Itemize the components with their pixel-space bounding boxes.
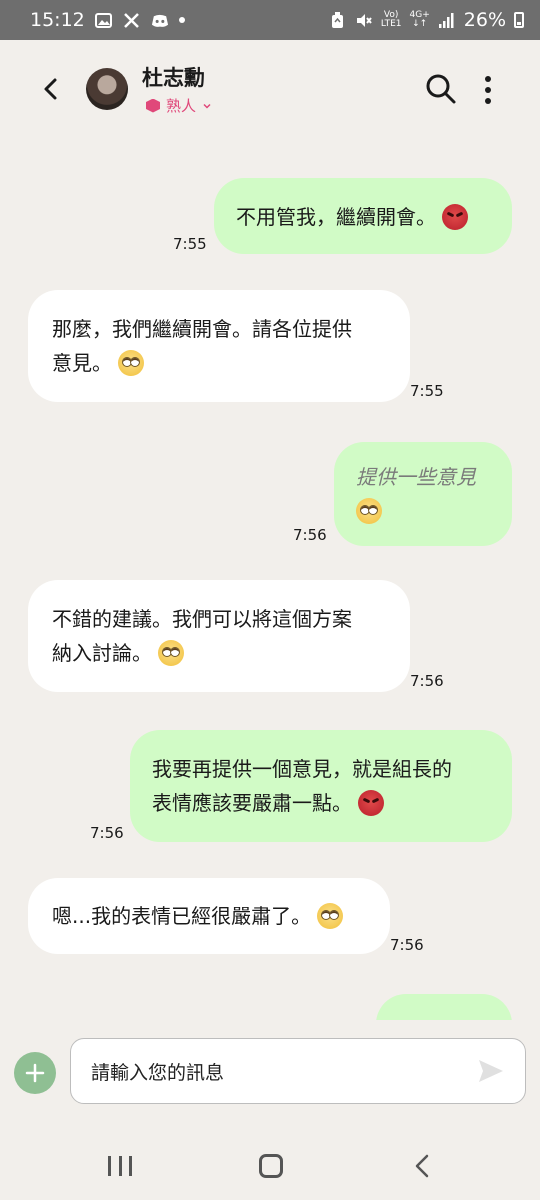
mute-icon [355, 11, 373, 29]
system-nav-bar [0, 1130, 540, 1200]
contact-name[interactable]: 杜志勳 [142, 62, 205, 92]
eye-roll-face-icon [356, 498, 382, 524]
message-bubble-received[interactable]: 嗯...我的表情已經很嚴肅了。 [28, 878, 390, 954]
chat-header: 杜志勳 熟人 [0, 40, 540, 140]
back-arrow-icon[interactable] [36, 74, 66, 104]
message-text-line: 不錯的建議。我們可以將這個方案 [52, 607, 352, 631]
home-icon[interactable] [259, 1154, 283, 1178]
dot-icon [178, 17, 185, 23]
status-right: Vo) LTE1 4G+ ↓↑ 26% [329, 9, 524, 31]
send-icon[interactable] [476, 1056, 506, 1086]
message-text-line: 那麼，我們繼續開會。請各位提供 [52, 317, 352, 341]
message-input-bar: 請輸入您的訊息 [0, 1020, 540, 1130]
signal-icon [438, 11, 456, 29]
message-text-line: 表情應該要嚴肅一點。 [152, 791, 352, 815]
network-type: 4G+ ↓↑ [409, 10, 430, 29]
status-bar: 15:12 Vo) LTE1 4G+ ↓↑ 26% [0, 0, 540, 40]
message-bubble-sent[interactable]: 不用管我，繼續開會。 [214, 178, 512, 254]
message-list[interactable]: 不用管我，繼續開會。 7:55 那麼，我們繼續開會。請各位提供 意見。 7:55… [0, 140, 540, 1020]
message-text: 不用管我，繼續開會。 [236, 205, 436, 229]
chevron-down-icon [203, 103, 211, 109]
battery-icon [514, 12, 524, 28]
message-text-line: 意見。 [52, 351, 112, 375]
message-text-line: 我要再提供一個意見，就是組長的 [152, 757, 452, 781]
message-time: 7:56 [410, 672, 444, 690]
message-time: 7:56 [390, 936, 424, 954]
message-bubble-received[interactable]: 不錯的建議。我們可以將這個方案 納入討論。 [28, 580, 410, 692]
battery-percent: 26% [463, 9, 506, 31]
eye-roll-face-icon [317, 903, 344, 929]
network-volte: Vo) LTE1 [380, 10, 402, 29]
message-bubble-sent[interactable]: 提供一些意見 [334, 442, 512, 546]
message-bubble-sent-partial[interactable] [376, 994, 512, 1020]
message-text: 嗯...我的表情已經很嚴肅了。 [52, 904, 312, 928]
discord-icon [151, 11, 169, 29]
back-icon[interactable] [412, 1154, 432, 1178]
message-time: 7:56 [90, 824, 124, 842]
x-logo-icon [123, 11, 141, 29]
search-icon[interactable] [424, 72, 458, 106]
angry-face-icon [442, 204, 468, 230]
recents-icon[interactable] [108, 1156, 132, 1176]
message-bubble-sent[interactable]: 我要再提供一個意見，就是組長的 表情應該要嚴肅一點。 [130, 730, 512, 842]
message-time: 7:55 [173, 235, 207, 253]
message-bubble-received[interactable]: 那麼，我們繼續開會。請各位提供 意見。 [28, 290, 410, 402]
eye-roll-face-icon [118, 350, 144, 376]
angry-face-icon [358, 790, 384, 816]
relationship-badge-icon [146, 98, 160, 113]
image-icon [95, 11, 113, 29]
message-time: 7:56 [293, 526, 327, 544]
message-text: 提供一些意見 [356, 465, 476, 489]
message-text-line: 納入討論。 [52, 641, 152, 665]
eye-roll-face-icon [158, 640, 184, 666]
add-icon[interactable] [14, 1052, 56, 1094]
relationship-selector[interactable]: 熟人 [146, 95, 212, 116]
status-left: 15:12 [30, 9, 185, 31]
relationship-label: 熟人 [166, 97, 197, 115]
message-time: 7:55 [410, 382, 444, 400]
recycle-icon [329, 11, 347, 29]
avatar[interactable] [86, 68, 128, 110]
message-input-placeholder: 請輸入您的訊息 [91, 1061, 225, 1084]
message-input[interactable]: 請輸入您的訊息 [70, 1038, 526, 1104]
status-time: 15:12 [30, 9, 85, 31]
more-vertical-icon[interactable] [476, 74, 500, 106]
